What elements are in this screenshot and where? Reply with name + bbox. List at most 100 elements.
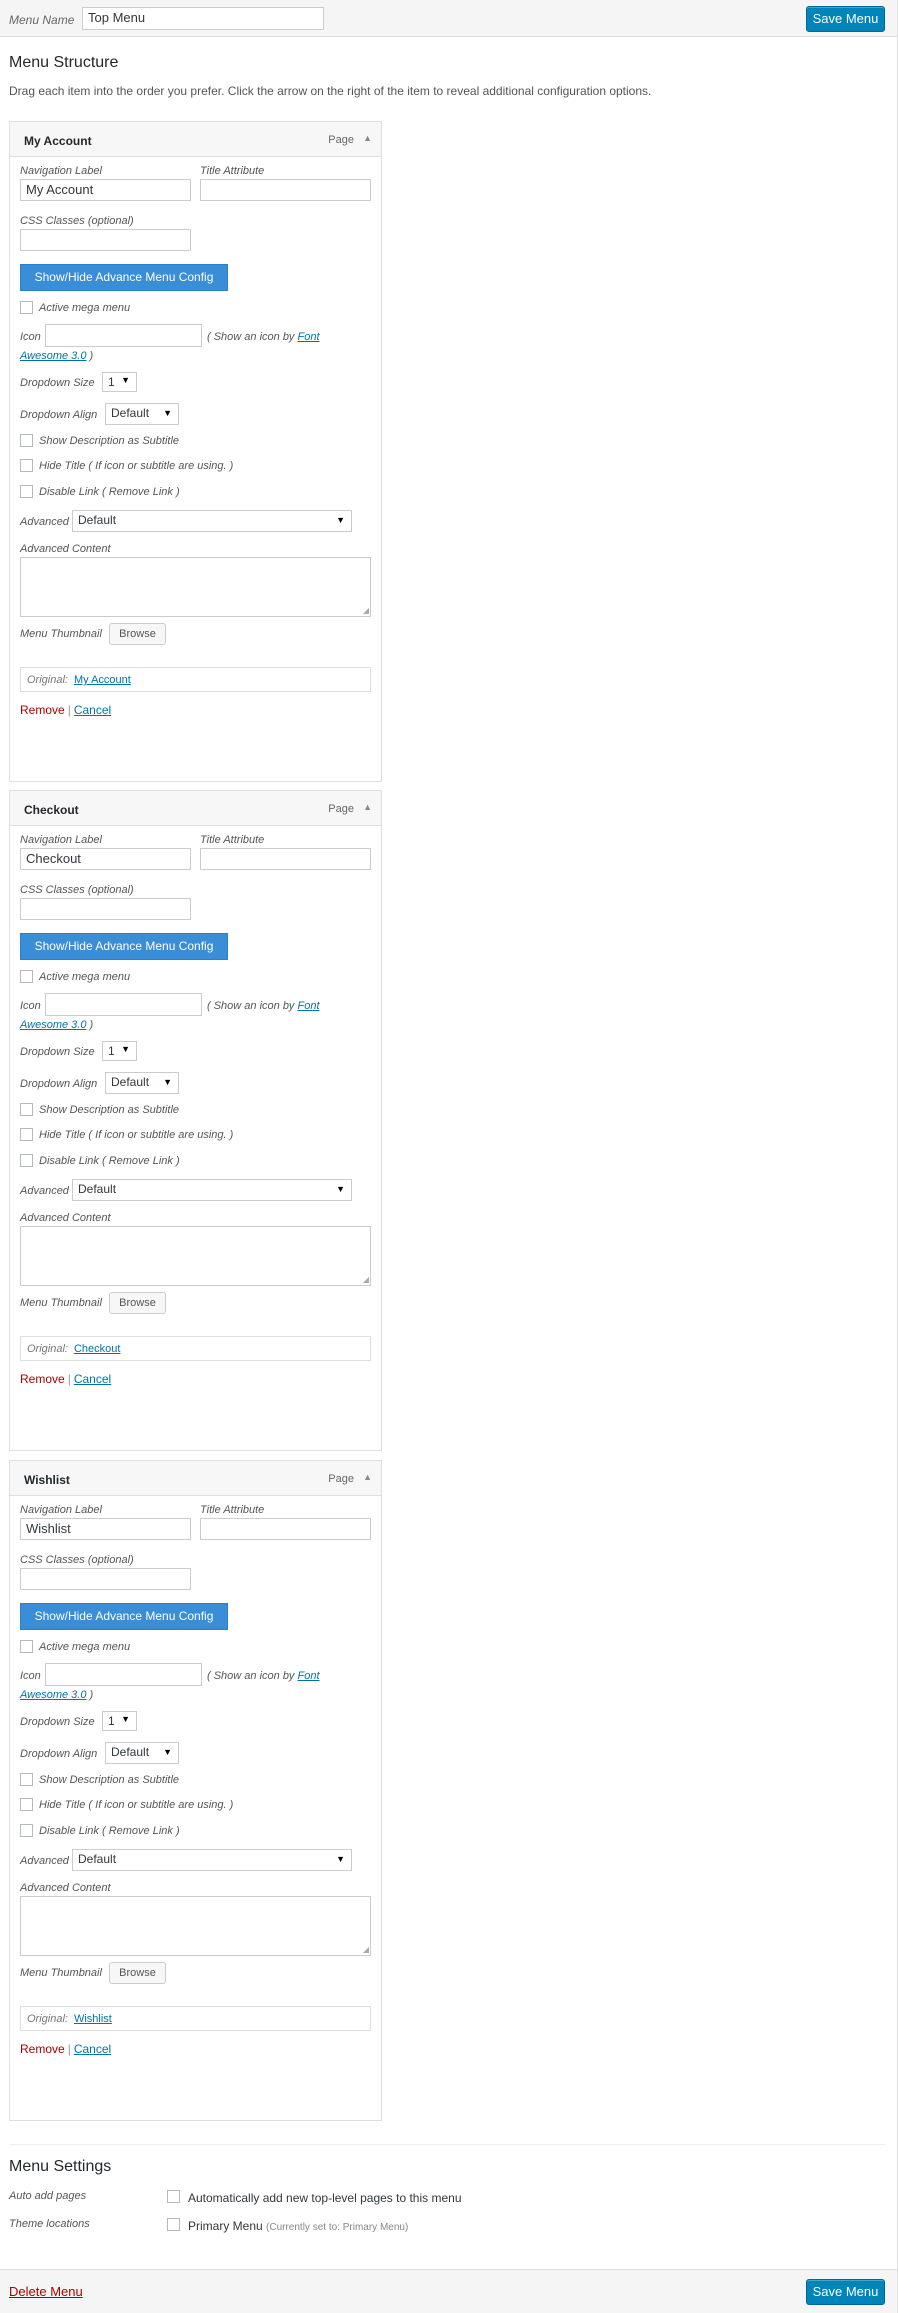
hide-title-checkbox[interactable] — [20, 1798, 33, 1811]
font-awesome-link[interactable]: Font — [298, 1670, 320, 1682]
advanced-select[interactable]: Default ▼ — [72, 1179, 352, 1201]
remove-link[interactable]: Remove — [20, 1372, 65, 1386]
disable-link-checkbox[interactable] — [20, 1154, 33, 1167]
icon-input[interactable] — [45, 993, 202, 1016]
dropdown-size-value: 1 — [108, 1714, 115, 1728]
menu-item-type: Page — [328, 134, 354, 146]
hide-title-checkbox[interactable] — [20, 459, 33, 472]
css-classes-input[interactable] — [20, 1568, 191, 1590]
advanced-label: Advanced — [20, 1185, 69, 1197]
menu-item: Wishlist Page ▲ Navigation Label Title A… — [9, 1460, 382, 2121]
menu-item: Checkout Page ▲ Navigation Label Title A… — [9, 790, 382, 1451]
collapse-arrow-icon[interactable]: ▲ — [363, 1472, 372, 1482]
menu-item-type: Page — [328, 803, 354, 815]
navigation-label-input[interactable]: Wishlist — [20, 1518, 191, 1540]
original-link[interactable]: Checkout — [74, 1343, 120, 1355]
font-awesome-version-link[interactable]: Awesome 3.0 — [20, 350, 86, 362]
browse-button[interactable]: Browse — [109, 1962, 166, 1984]
chevron-down-icon: ▼ — [163, 1077, 172, 1087]
hide-title-label: Hide Title ( If icon or subtitle are usi… — [39, 1129, 234, 1141]
original-label: Original: — [27, 1343, 68, 1355]
show-description-checkbox[interactable] — [20, 1773, 33, 1786]
collapse-arrow-icon[interactable]: ▲ — [363, 802, 372, 812]
title-attribute-input[interactable] — [200, 1518, 371, 1540]
advanced-value: Default — [78, 513, 117, 527]
remove-link[interactable]: Remove — [20, 2042, 65, 2056]
original-link[interactable]: Wishlist — [74, 2013, 112, 2025]
menu-structure-title: Menu Structure — [9, 54, 119, 71]
show-description-label: Show Description as Subtitle — [39, 1104, 180, 1116]
show-description-checkbox[interactable] — [20, 434, 33, 447]
dropdown-size-select[interactable]: 1 ▼ — [102, 1041, 137, 1061]
menu-name-input[interactable]: Top Menu — [82, 7, 324, 30]
hide-title-checkbox[interactable] — [20, 1128, 33, 1141]
auto-add-checkbox[interactable] — [167, 2190, 180, 2203]
original-link[interactable]: My Account — [74, 674, 131, 686]
navigation-label-input[interactable]: Checkout — [20, 848, 191, 870]
menu-item-handle[interactable]: Wishlist Page ▲ — [10, 1461, 381, 1496]
advanced-content-label: Advanced Content — [20, 1882, 111, 1894]
dropdown-align-select[interactable]: Default ▼ — [105, 1742, 179, 1764]
advanced-content-textarea[interactable]: ◢ — [20, 1896, 371, 1956]
toggle-advance-config-button[interactable]: Show/Hide Advance Menu Config — [20, 933, 228, 960]
separator: | — [67, 1372, 71, 1386]
font-awesome-version-link[interactable]: Awesome 3.0 — [20, 1019, 86, 1031]
save-menu-button-bottom[interactable]: Save Menu — [806, 2279, 885, 2305]
menu-item-handle[interactable]: Checkout Page ▲ — [10, 791, 381, 826]
toggle-advance-config-button[interactable]: Show/Hide Advance Menu Config — [20, 1603, 228, 1630]
collapse-arrow-icon[interactable]: ▲ — [363, 133, 372, 143]
icon-input[interactable] — [45, 324, 202, 347]
chevron-down-icon: ▼ — [121, 1714, 130, 1724]
dropdown-size-select[interactable]: 1 ▼ — [102, 372, 137, 392]
item-actions: Remove | Cancel — [20, 1372, 111, 1386]
css-classes-input[interactable] — [20, 898, 191, 920]
chevron-down-icon: ▼ — [163, 408, 172, 418]
chevron-down-icon: ▼ — [121, 1044, 130, 1054]
cancel-link[interactable]: Cancel — [74, 2042, 111, 2056]
menu-settings-title: Menu Settings — [9, 2158, 112, 2175]
cancel-link[interactable]: Cancel — [74, 1372, 111, 1386]
browse-button[interactable]: Browse — [109, 623, 166, 645]
save-menu-button-top[interactable]: Save Menu — [806, 6, 885, 32]
title-attribute-input[interactable] — [200, 179, 371, 201]
cancel-link[interactable]: Cancel — [74, 703, 111, 717]
advanced-content-textarea[interactable]: ◢ — [20, 557, 371, 617]
show-description-checkbox[interactable] — [20, 1103, 33, 1116]
font-awesome-link[interactable]: Font — [298, 331, 320, 343]
resize-grip-icon[interactable]: ◢ — [363, 1275, 369, 1284]
primary-menu-label: Primary Menu (Currently set to: Primary … — [188, 2219, 408, 2233]
icon-label: Icon — [20, 1670, 41, 1682]
navigation-label-label: Navigation Label — [20, 165, 102, 177]
browse-button[interactable]: Browse — [109, 1292, 166, 1314]
menu-structure-instructions: Drag each item into the order you prefer… — [9, 84, 652, 98]
title-attribute-input[interactable] — [200, 848, 371, 870]
delete-menu-link[interactable]: Delete Menu — [9, 2284, 83, 2299]
css-classes-input[interactable] — [20, 229, 191, 251]
active-mega-menu-checkbox[interactable] — [20, 970, 33, 983]
disable-link-checkbox[interactable] — [20, 1824, 33, 1837]
font-awesome-version-link[interactable]: Awesome 3.0 — [20, 1689, 86, 1701]
toggle-advance-config-button[interactable]: Show/Hide Advance Menu Config — [20, 264, 228, 291]
chevron-down-icon: ▼ — [336, 1854, 345, 1864]
resize-grip-icon[interactable]: ◢ — [363, 1945, 369, 1954]
original-box: Original: Checkout — [20, 1336, 371, 1361]
advanced-select[interactable]: Default ▼ — [72, 510, 352, 532]
primary-menu-checkbox[interactable] — [167, 2218, 180, 2231]
active-mega-menu-checkbox[interactable] — [20, 301, 33, 314]
resize-grip-icon[interactable]: ◢ — [363, 606, 369, 615]
disable-link-checkbox[interactable] — [20, 485, 33, 498]
dropdown-size-select[interactable]: 1 ▼ — [102, 1711, 137, 1731]
dropdown-align-select[interactable]: Default ▼ — [105, 403, 179, 425]
theme-locations-label: Theme locations — [9, 2218, 90, 2230]
icon-input[interactable] — [45, 1663, 202, 1686]
menu-thumbnail-label: Menu Thumbnail — [20, 1297, 102, 1309]
menu-item-handle[interactable]: My Account Page ▲ — [10, 122, 381, 157]
active-mega-menu-checkbox[interactable] — [20, 1640, 33, 1653]
dropdown-align-select[interactable]: Default ▼ — [105, 1072, 179, 1094]
font-awesome-link[interactable]: Font — [298, 1000, 320, 1012]
remove-link[interactable]: Remove — [20, 703, 65, 717]
navigation-label-input[interactable]: My Account — [20, 179, 191, 201]
advanced-select[interactable]: Default ▼ — [72, 1849, 352, 1871]
advanced-content-textarea[interactable]: ◢ — [20, 1226, 371, 1286]
menu-thumbnail-label: Menu Thumbnail — [20, 628, 102, 640]
